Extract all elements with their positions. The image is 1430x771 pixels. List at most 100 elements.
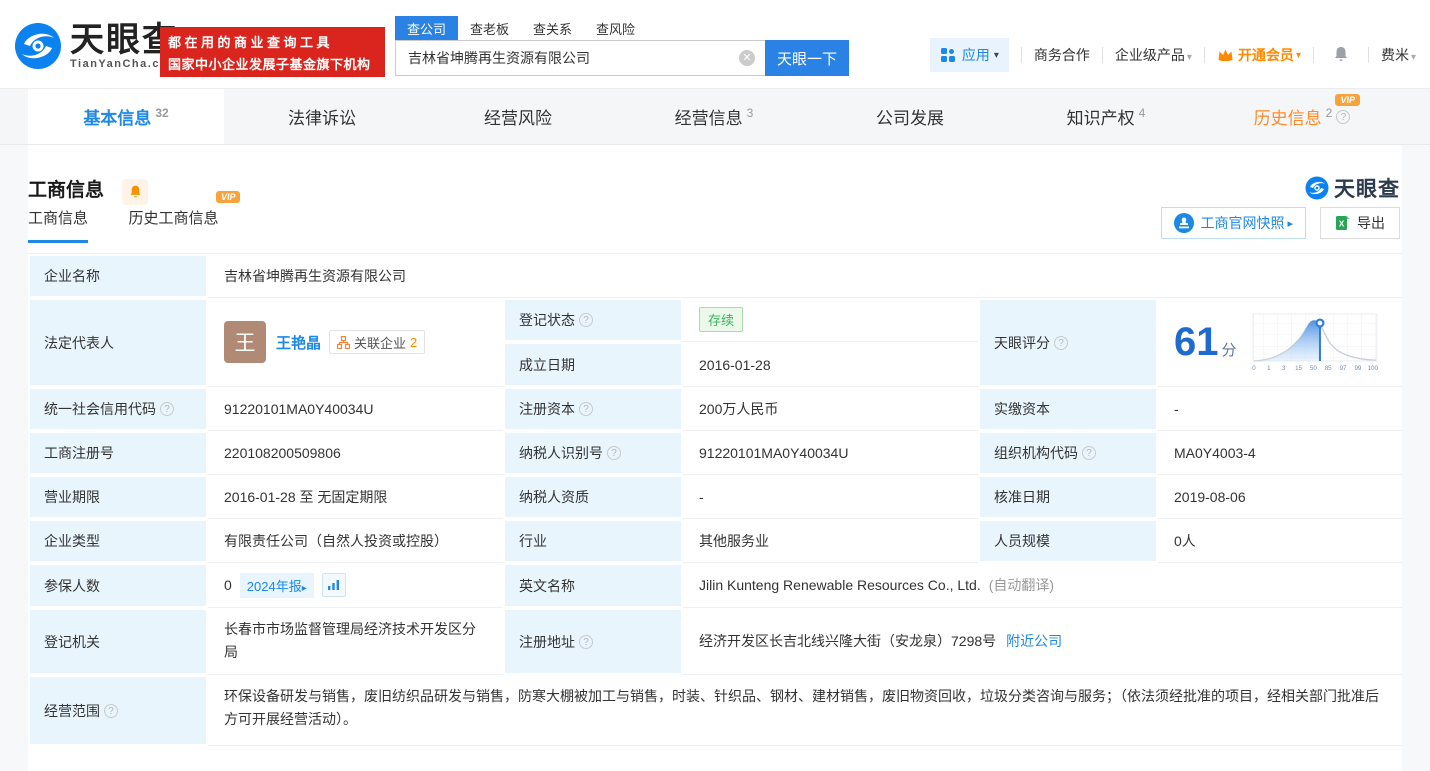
stamp-icon	[1174, 213, 1194, 233]
tab-legal[interactable]: 法律诉讼	[224, 89, 420, 144]
nav-cooperation[interactable]: 商务合作	[1034, 45, 1090, 65]
search-input[interactable]	[395, 40, 765, 76]
help-icon[interactable]: ?	[1054, 336, 1068, 350]
status-badge: 存续	[699, 307, 743, 332]
username: 费米	[1381, 47, 1409, 63]
tab-basic-info[interactable]: 基本信息 32	[28, 89, 224, 144]
business-info-table: 企业名称 吉林省坤腾再生资源有限公司 法定代表人 王 王艳晶 关联企业 2 登记…	[28, 253, 1402, 746]
help-icon[interactable]: ?	[1082, 446, 1096, 460]
section-title: 工商信息	[28, 175, 104, 202]
watermark-text: 天眼查	[1334, 173, 1400, 203]
help-icon[interactable]: ?	[104, 704, 118, 718]
business-scope-value: 环保设备研发与销售，废旧纺织品研发与销售，防寒大棚被加工与销售，时装、针织品、钢…	[224, 675, 1402, 741]
field-label: 成立日期	[503, 342, 683, 387]
search-tab-relation[interactable]: 查关系	[521, 16, 584, 40]
apps-menu[interactable]: 应用 ▾	[930, 38, 1009, 72]
insured-count-cell: 0 2024年报▸	[208, 563, 503, 608]
search-tabs: 查公司 查老板 查关系 查风险	[395, 16, 849, 40]
vip-badge: VIP	[1335, 94, 1360, 106]
field-label: 核准日期	[978, 475, 1158, 519]
user-menu[interactable]: 费米▾	[1381, 45, 1416, 65]
reg-capital-value: 200万人民币	[683, 387, 978, 431]
tab-operation-risk[interactable]: 经营风险	[420, 89, 616, 144]
help-icon[interactable]: ?	[607, 446, 621, 460]
caret-down-icon: ▾	[1296, 50, 1301, 61]
trend-chart-button[interactable]	[322, 573, 346, 597]
svg-text:85: 85	[1324, 365, 1331, 372]
field-label: 人员规模	[978, 519, 1158, 563]
legal-rep-avatar[interactable]: 王	[224, 321, 266, 363]
tab-company-development[interactable]: 公司发展	[812, 89, 1008, 144]
help-icon[interactable]: ?	[1336, 110, 1350, 124]
grid-icon	[940, 47, 956, 63]
related-companies-badge[interactable]: 关联企业 2	[329, 330, 425, 354]
english-name-cell: Jilin Kunteng Renewable Resources Co., L…	[683, 563, 1402, 608]
reg-number-value: 220108200509806	[208, 431, 503, 475]
annual-report-badge[interactable]: 2024年报▸	[240, 573, 314, 598]
search-tab-company[interactable]: 查公司	[395, 16, 458, 40]
excel-icon: X	[1335, 215, 1351, 231]
header: 天眼查 TianYanCha.com 都在用的商业查询工具 国家中小企业发展子基…	[0, 0, 1430, 88]
nearby-companies-link[interactable]: 附近公司	[1006, 631, 1062, 651]
open-membership[interactable]: 开通会员 ▾	[1217, 45, 1301, 65]
clear-icon[interactable]: ✕	[739, 50, 755, 66]
page-tabbar: 基本信息 32 法律诉讼 经营风险 经营信息 3 公司发展 知识产权 4 VIP…	[0, 88, 1430, 145]
crown-icon	[1217, 48, 1234, 63]
field-label: 纳税人识别号?	[503, 431, 683, 475]
field-label: 天眼评分?	[978, 298, 1158, 387]
org-chart-icon	[337, 336, 350, 349]
tab-operation-info[interactable]: 经营信息 3	[616, 89, 812, 144]
help-icon[interactable]: ?	[579, 402, 593, 416]
tianyancha-logo[interactable]: 天眼查 TianYanCha.com	[14, 22, 179, 70]
official-snapshot-button[interactable]: 工商官网快照 ▸	[1161, 207, 1306, 239]
slogan-line2: 国家中小企业发展子基金旗下机构	[168, 54, 377, 73]
subtab-history-business-info[interactable]: 历史工商信息 VIP	[128, 207, 218, 240]
score-cell: 61 分 0 1	[1158, 298, 1402, 387]
watermark-logo: 天眼查	[1305, 173, 1400, 203]
subtab-business-info[interactable]: 工商信息	[28, 207, 88, 243]
help-icon[interactable]: ?	[579, 313, 593, 327]
field-label: 纳税人资质	[503, 475, 683, 519]
taxpayer-quality-value: -	[683, 475, 978, 519]
company-type-value: 有限责任公司（自然人投资或控股）	[208, 519, 503, 563]
divider	[1368, 47, 1369, 63]
main-content: 工商信息 天眼查 工商信息 历史工商信息 VIP	[28, 145, 1402, 771]
notification-bell-icon[interactable]	[1332, 45, 1350, 66]
field-label: 经营范围?	[28, 675, 208, 746]
field-label: 英文名称	[503, 563, 683, 608]
field-label: 注册地址?	[503, 608, 683, 675]
approval-date-value: 2019-08-06	[1158, 475, 1402, 519]
tab-intellectual-property[interactable]: 知识产权 4	[1008, 89, 1204, 144]
tab-count: 3	[747, 106, 754, 120]
tab-count: 32	[155, 106, 168, 120]
field-label: 实缴资本	[978, 387, 1158, 431]
nav-enterprise-products[interactable]: 企业级产品▾	[1115, 45, 1192, 65]
reg-status-cell: 存续	[683, 298, 978, 342]
legal-rep-name-link[interactable]: 王艳晶	[276, 332, 321, 353]
divider	[1021, 47, 1022, 63]
credit-code-value: 91220101MA0Y40034U	[208, 387, 503, 431]
monitor-bell-icon[interactable]	[122, 179, 148, 205]
help-icon[interactable]: ?	[579, 635, 593, 649]
field-label: 登记机关	[28, 608, 208, 675]
tab-history-info[interactable]: VIP 历史信息 2 ?	[1204, 89, 1400, 144]
field-label: 参保人数	[28, 563, 208, 608]
tianyancha-logo-icon	[14, 22, 62, 70]
insured-count-value: 0	[224, 577, 232, 593]
score-value: 61	[1174, 322, 1219, 362]
caret-down-icon: ▾	[994, 50, 999, 61]
search-button[interactable]: 天眼一下	[765, 40, 849, 76]
svg-text:100: 100	[1367, 365, 1378, 372]
field-label: 行业	[503, 519, 683, 563]
slogan-banner: 都在用的商业查询工具 国家中小企业发展子基金旗下机构	[160, 27, 385, 77]
search-tab-risk[interactable]: 查风险	[584, 16, 647, 40]
reg-address-cell: 经济开发区长吉北线兴隆大街（安龙泉）7298号 附近公司	[683, 608, 1402, 675]
field-label: 组织机构代码?	[978, 431, 1158, 475]
export-button[interactable]: X 导出	[1320, 207, 1400, 239]
field-label: 法定代表人	[28, 298, 208, 387]
divider	[1204, 47, 1205, 63]
search-tab-boss[interactable]: 查老板	[458, 16, 521, 40]
auto-translate-note: (自动翻译)	[989, 575, 1054, 595]
help-icon[interactable]: ?	[160, 402, 174, 416]
field-label: 企业类型	[28, 519, 208, 563]
